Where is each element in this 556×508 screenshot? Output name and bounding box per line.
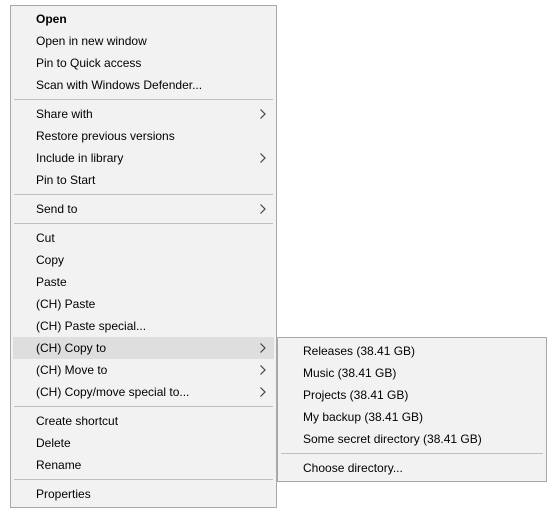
menu-item-open[interactable]: Open: [13, 8, 274, 30]
menu-label: Pin to Start: [36, 173, 266, 187]
separator: [14, 194, 273, 195]
menu-label: Rename: [36, 458, 266, 472]
menu-label: My backup (38.41 GB): [303, 410, 536, 424]
menu-label: (CH) Paste: [36, 297, 266, 311]
menu-label: Send to: [36, 202, 266, 216]
menu-item-create-shortcut[interactable]: Create shortcut: [13, 410, 274, 432]
menu-label: Include in library: [36, 151, 266, 165]
submenu-arrow-icon: [260, 365, 266, 375]
menu-item-ch-copy-to[interactable]: (CH) Copy to: [13, 337, 274, 359]
separator: [14, 406, 273, 407]
menu-label: Copy: [36, 253, 266, 267]
submenu-item-my-backup[interactable]: My backup (38.41 GB): [280, 406, 544, 428]
menu-label: Scan with Windows Defender...: [36, 78, 266, 92]
submenu-arrow-icon: [260, 343, 266, 353]
menu-item-paste[interactable]: Paste: [13, 271, 274, 293]
submenu-item-music[interactable]: Music (38.41 GB): [280, 362, 544, 384]
menu-label: (CH) Copy/move special to...: [36, 385, 266, 399]
menu-item-properties[interactable]: Properties: [13, 483, 274, 505]
menu-item-rename[interactable]: Rename: [13, 454, 274, 476]
menu-label: Share with: [36, 107, 266, 121]
separator: [14, 479, 273, 480]
menu-label: Properties: [36, 487, 266, 501]
menu-label: Open in new window: [36, 34, 266, 48]
menu-item-send-to[interactable]: Send to: [13, 198, 274, 220]
submenu-arrow-icon: [260, 204, 266, 214]
menu-item-include-library[interactable]: Include in library: [13, 147, 274, 169]
submenu-arrow-icon: [260, 109, 266, 119]
menu-label: Some secret directory (38.41 GB): [303, 432, 536, 446]
menu-label: (CH) Paste special...: [36, 319, 266, 333]
menu-label: (CH) Move to: [36, 363, 266, 377]
menu-item-open-new-window[interactable]: Open in new window: [13, 30, 274, 52]
submenu-arrow-icon: [260, 387, 266, 397]
menu-label: Create shortcut: [36, 414, 266, 428]
menu-label: Pin to Quick access: [36, 56, 266, 70]
menu-label: (CH) Copy to: [36, 341, 266, 355]
separator: [14, 99, 273, 100]
submenu-copy-to: Releases (38.41 GB) Music (38.41 GB) Pro…: [277, 337, 547, 482]
menu-label: Projects (38.41 GB): [303, 388, 536, 402]
menu-item-cut[interactable]: Cut: [13, 227, 274, 249]
menu-item-restore-previous[interactable]: Restore previous versions: [13, 125, 274, 147]
menu-item-share-with[interactable]: Share with: [13, 103, 274, 125]
separator: [281, 453, 543, 454]
menu-label: Restore previous versions: [36, 129, 266, 143]
menu-item-ch-paste[interactable]: (CH) Paste: [13, 293, 274, 315]
menu-item-ch-copy-move-special[interactable]: (CH) Copy/move special to...: [13, 381, 274, 403]
menu-item-delete[interactable]: Delete: [13, 432, 274, 454]
menu-label: Cut: [36, 231, 266, 245]
submenu-item-secret-directory[interactable]: Some secret directory (38.41 GB): [280, 428, 544, 450]
menu-item-ch-paste-special[interactable]: (CH) Paste special...: [13, 315, 274, 337]
submenu-item-choose-directory[interactable]: Choose directory...: [280, 457, 544, 479]
menu-label: Open: [36, 12, 266, 26]
menu-item-pin-quick-access[interactable]: Pin to Quick access: [13, 52, 274, 74]
menu-label: Paste: [36, 275, 266, 289]
menu-label: Delete: [36, 436, 266, 450]
menu-label: Releases (38.41 GB): [303, 344, 536, 358]
context-menu: Open Open in new window Pin to Quick acc…: [10, 5, 277, 508]
menu-label: Music (38.41 GB): [303, 366, 536, 380]
menu-label: Choose directory...: [303, 461, 536, 475]
submenu-item-releases[interactable]: Releases (38.41 GB): [280, 340, 544, 362]
menu-item-scan-defender[interactable]: Scan with Windows Defender...: [13, 74, 274, 96]
menu-item-pin-start[interactable]: Pin to Start: [13, 169, 274, 191]
menu-item-copy[interactable]: Copy: [13, 249, 274, 271]
menu-item-ch-move-to[interactable]: (CH) Move to: [13, 359, 274, 381]
submenu-arrow-icon: [260, 153, 266, 163]
submenu-item-projects[interactable]: Projects (38.41 GB): [280, 384, 544, 406]
separator: [14, 223, 273, 224]
